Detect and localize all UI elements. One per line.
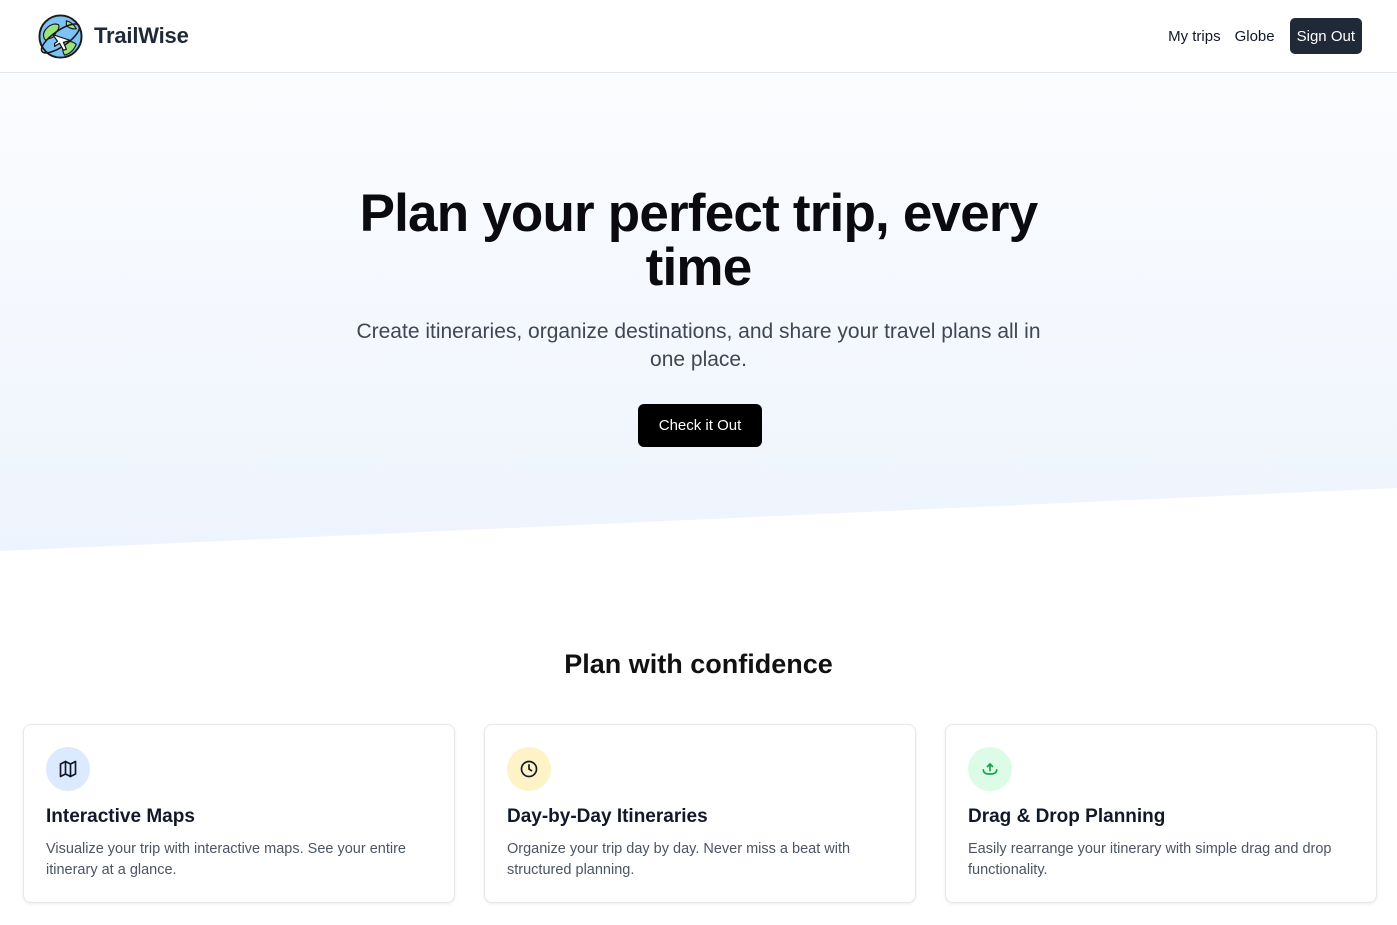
feature-description-line: itinerary at a glance. bbox=[46, 862, 177, 878]
hero-subtitle-line-1: Create itineraries, organize destination… bbox=[356, 320, 1041, 343]
feature-card-interactive-maps: Interactive Maps Visualize your trip wit… bbox=[23, 724, 455, 903]
feature-title: Day-by-Day Itineraries bbox=[507, 806, 708, 827]
nav-globe[interactable]: Globe bbox=[1235, 28, 1275, 45]
nav-my-trips[interactable]: My trips bbox=[1168, 28, 1221, 45]
feature-title: Interactive Maps bbox=[46, 806, 195, 827]
feature-title: Drag & Drop Planning bbox=[968, 806, 1166, 827]
feature-icon-badge bbox=[46, 747, 90, 791]
feature-description: Easily rearrange your itinerary with sim… bbox=[968, 839, 1354, 881]
main-nav: My trips Globe Sign Out bbox=[1168, 18, 1362, 54]
feature-description-line: Easily rearrange your itinerary with sim… bbox=[968, 841, 1332, 857]
feature-description-line: Organize your trip day by day. Never mis… bbox=[507, 841, 851, 857]
brand-name: TrailWise bbox=[94, 23, 189, 48]
site-header: TrailWise My trips Globe Sign Out bbox=[0, 0, 1397, 73]
hero-title-line-1: Plan your perfect trip, every bbox=[359, 184, 1039, 243]
hero-title: Plan your perfect trip, every time bbox=[0, 187, 1397, 295]
feature-description-line: functionality. bbox=[968, 862, 1048, 878]
hero-title-line-2: time bbox=[645, 238, 753, 297]
feature-card-drag-drop: Drag & Drop Planning Easily rearrange yo… bbox=[945, 724, 1377, 903]
feature-icon-badge bbox=[507, 747, 551, 791]
hero-subtitle-line-2: one place. bbox=[650, 348, 747, 371]
feature-description: Visualize your trip with interactive map… bbox=[46, 839, 432, 881]
clock-icon bbox=[520, 760, 538, 778]
feature-description: Organize your trip day by day. Never mis… bbox=[507, 839, 893, 881]
features-title: Plan with confidence bbox=[564, 649, 833, 679]
feature-description-line: Visualize your trip with interactive map… bbox=[46, 841, 406, 857]
drag-drop-icon bbox=[982, 763, 998, 775]
feature-card-itineraries: Day-by-Day Itineraries Organize your tri… bbox=[484, 724, 916, 903]
hero-background bbox=[0, 73, 1397, 551]
sign-out-button[interactable]: Sign Out bbox=[1289, 18, 1362, 54]
feature-icon-badge bbox=[968, 747, 1012, 791]
globe-plane-logo-icon bbox=[38, 13, 83, 59]
map-icon bbox=[59, 760, 77, 778]
feature-description-line: structured planning. bbox=[507, 862, 635, 878]
hero-subtitle: Create itineraries, organize destination… bbox=[0, 318, 1397, 374]
brand-link[interactable]: TrailWise bbox=[37, 13, 189, 60]
check-it-out-button[interactable]: Check it Out bbox=[638, 404, 762, 447]
